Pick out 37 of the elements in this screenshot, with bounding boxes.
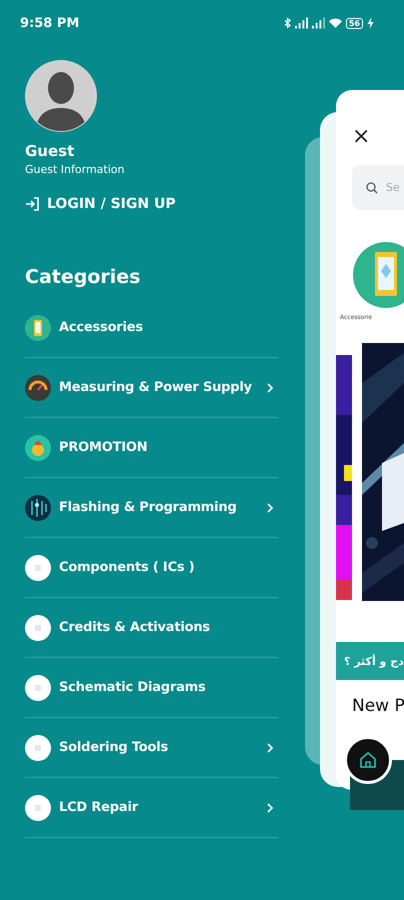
promo-banner: دج و أكثر ؟ (336, 642, 404, 680)
wifi-icon (328, 17, 342, 29)
gauge-icon (25, 374, 51, 400)
charging-icon (367, 17, 374, 29)
signal-icon (294, 17, 308, 29)
phone-icon (25, 314, 51, 340)
battery-icon: 56 (346, 18, 363, 28)
circuit-icon (25, 494, 51, 520)
user-name: Guest (25, 142, 76, 160)
category-icon (25, 674, 51, 700)
login-icon (25, 197, 39, 211)
login-link[interactable]: LOGIN / SIGN UP (25, 196, 278, 212)
home-icon (359, 751, 377, 769)
category-item[interactable]: Schematic Diagrams (25, 658, 278, 718)
category-icon (25, 554, 51, 580)
category-icon (25, 794, 51, 820)
category-icon (25, 614, 51, 640)
section-title: Categories (25, 266, 142, 288)
user-subtitle: Guest Information (25, 163, 126, 176)
category-item[interactable]: Components ( ICs ) (25, 538, 278, 598)
flame-icon (25, 434, 51, 460)
category-item[interactable]: Accessories (25, 298, 278, 358)
bluetooth-icon (284, 17, 291, 29)
status-time: 9:58 PM (20, 16, 80, 30)
search-icon (366, 182, 378, 194)
category-item[interactable]: Credits & Activations (25, 598, 278, 658)
category-item[interactable]: PROMOTION (25, 418, 278, 478)
phone-icon (353, 242, 404, 308)
category-item[interactable]: Soldering Tools (25, 718, 278, 778)
category-icon (25, 734, 51, 760)
close-button[interactable]: × (352, 126, 370, 148)
avatar (25, 60, 97, 132)
signal-icon (312, 17, 325, 29)
category-item[interactable]: Flashing & Programming (25, 478, 278, 538)
category-item[interactable]: Measuring & Power Supply (25, 358, 278, 418)
category-item[interactable]: LCD Repair (25, 778, 278, 838)
section-title: New P (352, 696, 404, 716)
